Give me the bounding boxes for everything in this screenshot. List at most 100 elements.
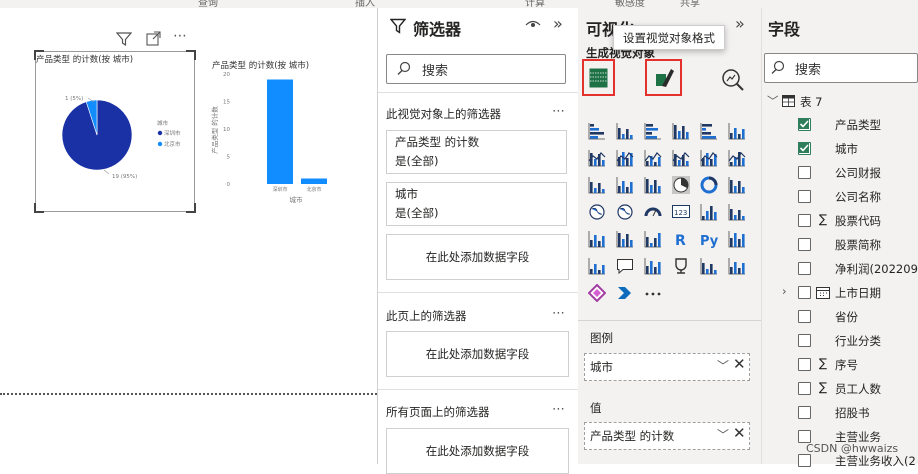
multi-row-card-icon[interactable] — [700, 203, 718, 221]
filled-map-icon[interactable] — [616, 203, 634, 221]
field-checkbox[interactable] — [798, 262, 811, 275]
100-stacked-column-chart-icon[interactable] — [728, 122, 746, 140]
python-visual-icon[interactable]: Py — [700, 230, 719, 249]
slicer-icon[interactable] — [588, 230, 606, 248]
filter-card-count[interactable]: 产品类型 的计数 是(全部) — [386, 130, 567, 174]
map-icon[interactable] — [588, 203, 606, 221]
filter-visual-icon[interactable] — [115, 31, 133, 50]
eye-icon[interactable] — [525, 17, 541, 36]
bar-chart-svg[interactable]: 产品类型 的计数 0 5 10 15 20 深圳市 北京市 城市 — [208, 68, 358, 208]
field-item[interactable]: › 上市日期 — [762, 281, 918, 305]
stacked-area-chart-icon[interactable] — [644, 149, 662, 167]
remove-field-icon[interactable]: ✕ — [733, 424, 746, 442]
more-options-icon[interactable]: ⋯ — [552, 402, 566, 417]
field-checkbox[interactable] — [798, 238, 811, 251]
field-item[interactable]: 净利润(202209) — [762, 257, 918, 281]
matrix-icon[interactable] — [644, 230, 662, 248]
field-checkbox[interactable] — [798, 190, 811, 203]
field-item[interactable]: 招股书 — [762, 401, 918, 425]
format-visual-button[interactable] — [645, 59, 682, 96]
100-stacked-bar-chart-icon[interactable] — [700, 122, 718, 140]
decomposition-tree-icon[interactable] — [588, 257, 606, 275]
collapse-viz-pane-icon[interactable]: » — [735, 14, 745, 33]
card-icon[interactable]: 123 — [672, 203, 690, 221]
clustered-column-chart-icon[interactable] — [672, 122, 690, 140]
qa-icon[interactable] — [616, 257, 634, 275]
smart-narrative-icon[interactable] — [644, 257, 662, 275]
focus-mode-icon[interactable] — [146, 31, 161, 50]
filter-search-input[interactable]: 搜索 — [386, 54, 566, 84]
field-checkbox[interactable] — [798, 166, 811, 179]
treemap-icon[interactable] — [728, 176, 746, 194]
gauge-icon[interactable] — [644, 203, 662, 221]
field-checkbox[interactable] — [798, 310, 811, 323]
add-visual-filter-field[interactable]: 在此处添加数据字段 — [386, 234, 569, 280]
funnel-chart-icon[interactable] — [616, 176, 634, 194]
field-item[interactable]: 省份 — [762, 305, 918, 329]
clustered-bar-chart-icon[interactable] — [644, 122, 662, 140]
field-item[interactable]: ∑ 员工人数 — [762, 377, 918, 401]
field-checkbox[interactable] — [798, 454, 811, 467]
build-visual-button[interactable] — [582, 59, 615, 96]
pie-legend-item[interactable]: 北京市 — [164, 140, 181, 148]
field-item[interactable]: 公司财报 — [762, 161, 918, 185]
field-item[interactable]: 股票简称 — [762, 233, 918, 257]
chevron-right-icon[interactable]: › — [782, 284, 787, 298]
field-checkbox[interactable] — [798, 334, 811, 347]
line-column-chart-icon[interactable] — [672, 149, 690, 167]
chevron-down-icon[interactable]: ﹀ — [717, 357, 729, 374]
more-options-icon[interactable]: ⋯ — [552, 104, 566, 119]
chevron-down-icon[interactable]: ﹀ — [717, 426, 729, 443]
field-checkbox[interactable] — [798, 118, 811, 131]
field-checkbox[interactable] — [798, 286, 811, 299]
values-well[interactable]: 产品类型 的计数 ﹀ ✕ — [584, 422, 750, 450]
legend-well[interactable]: 城市 ﹀ ✕ — [584, 353, 750, 381]
line-chart-icon[interactable] — [588, 149, 606, 167]
arcgis-map-icon[interactable] — [728, 257, 746, 275]
resize-handle[interactable] — [186, 50, 196, 60]
field-checkbox[interactable] — [798, 358, 811, 371]
scatter-chart-icon[interactable] — [644, 176, 662, 194]
line-clustered-column-chart-icon[interactable] — [700, 149, 718, 167]
field-checkbox[interactable] — [798, 142, 811, 155]
bar-shenzhen[interactable] — [267, 79, 293, 185]
ribbon-chart-icon[interactable] — [728, 149, 746, 167]
field-item[interactable]: 产品类型 — [762, 113, 918, 137]
analytics-button[interactable] — [721, 68, 745, 96]
kpi-icon[interactable] — [728, 203, 746, 221]
field-checkbox[interactable] — [798, 406, 811, 419]
area-chart-icon[interactable] — [616, 149, 634, 167]
table-node[interactable]: ﹀ 表 7 — [762, 93, 918, 113]
r-visual-icon[interactable]: R — [672, 230, 690, 249]
bar-beijing[interactable] — [301, 178, 327, 185]
field-item[interactable]: ∑ 序号 — [762, 353, 918, 377]
pie-chart-icon[interactable] — [672, 176, 690, 194]
pie-legend-item[interactable]: 深圳市 — [164, 129, 181, 137]
table-icon[interactable] — [616, 230, 634, 248]
more-visuals-icon[interactable] — [644, 284, 662, 302]
remove-field-icon[interactable]: ✕ — [733, 355, 746, 373]
add-page-filter-field[interactable]: 在此处添加数据字段 — [386, 331, 569, 377]
fields-search-input[interactable]: 搜索 — [764, 53, 918, 83]
pie-chart-svg[interactable]: 1 (5%) 19 (95%) 城市 深圳市北京市 — [36, 62, 192, 208]
power-apps-icon[interactable] — [587, 283, 607, 303]
chevron-down-icon[interactable]: ﹀ — [767, 93, 779, 109]
paginated-report-icon[interactable] — [700, 257, 718, 275]
filter-card-city[interactable]: 城市 是(全部) — [386, 182, 567, 226]
more-options-icon[interactable]: ⋯ — [173, 28, 187, 44]
waterfall-chart-icon[interactable] — [588, 176, 606, 194]
more-options-icon[interactable]: ⋯ — [552, 306, 566, 321]
field-checkbox[interactable] — [798, 382, 811, 395]
field-item[interactable]: ∑ 股票代码 — [762, 209, 918, 233]
trophy-icon[interactable] — [672, 257, 690, 275]
donut-chart-icon[interactable] — [700, 176, 718, 194]
power-automate-icon[interactable] — [616, 284, 634, 302]
collapse-filter-pane-icon[interactable]: » — [553, 14, 563, 33]
field-item[interactable]: 公司名称 — [762, 185, 918, 209]
add-all-pages-filter-field[interactable]: 在此处添加数据字段 — [386, 428, 569, 474]
field-item[interactable]: 行业分类 — [762, 329, 918, 353]
field-checkbox[interactable] — [798, 214, 811, 227]
stacked-bar-chart-icon[interactable] — [588, 122, 606, 140]
stacked-column-chart-icon[interactable] — [616, 122, 634, 140]
key-influencers-icon[interactable] — [728, 230, 746, 248]
